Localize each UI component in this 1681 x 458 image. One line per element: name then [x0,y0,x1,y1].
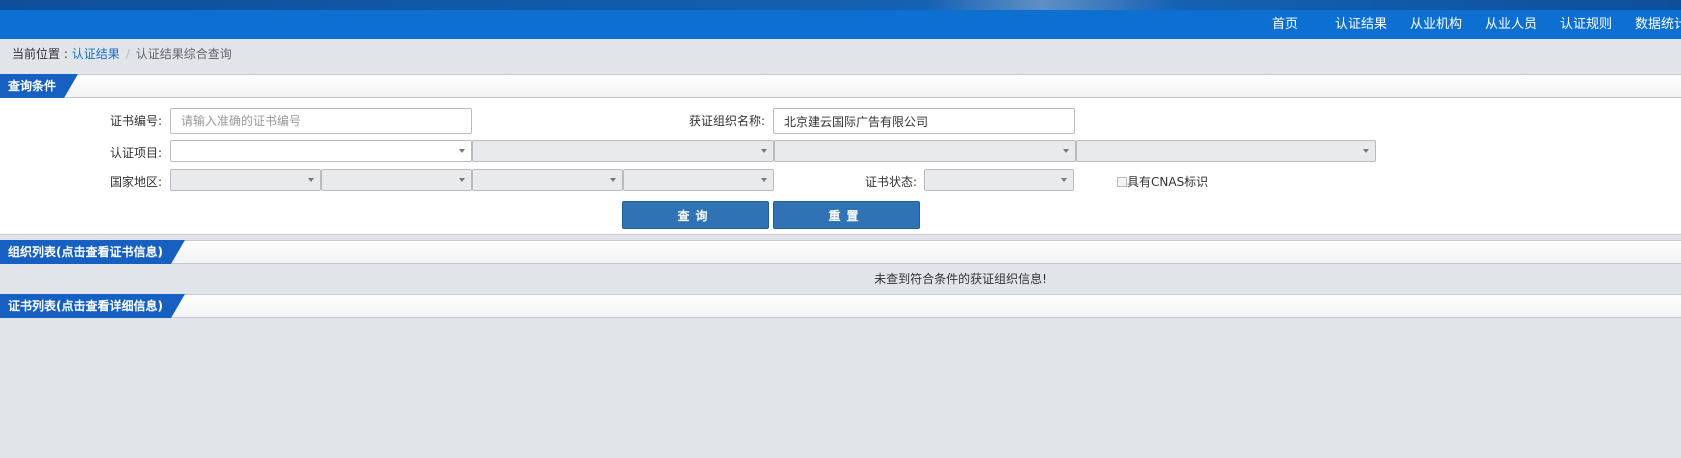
cert-item-label: 认证项目: [109,146,162,160]
region-select-3[interactable] [472,169,623,191]
query-panel-title: 查询条件 [0,74,78,98]
nav-institutions[interactable]: 从业机构 [1410,10,1462,39]
query-panel-header: 查询条件 [0,74,1681,98]
chevron-down-icon [308,178,314,182]
chevron-down-icon [459,178,465,182]
chevron-down-icon [1363,149,1369,153]
org-name-input[interactable] [773,108,1075,134]
breadcrumb-current: 认证结果综合查询 [135,47,232,61]
region-select-2[interactable] [321,169,472,191]
cert-item-select-2[interactable] [472,140,774,162]
chevron-down-icon [761,178,767,182]
cert-no-input[interactable] [170,108,472,134]
breadcrumb-prefix: 当前位置 : [12,47,72,61]
cert-status-select[interactable] [924,169,1074,191]
chevron-down-icon [610,178,616,182]
nav-rules[interactable]: 认证规则 [1560,10,1612,39]
chevron-down-icon [761,149,767,153]
org-empty-message: 未查到符合条件的获证组织信息! [874,272,1047,286]
org-panel-title: 组织列表(点击查看证书信息) [0,240,185,264]
cert-panel-title: 证书列表(点击查看详细信息) [0,294,185,318]
org-panel-header: 组织列表(点击查看证书信息) [0,240,1681,264]
chevron-down-icon [1061,178,1067,182]
cert-panel-header: 证书列表(点击查看详细信息) [0,294,1681,318]
region-label: 国家地区: [109,175,162,189]
top-banner [0,0,1681,10]
breadcrumb: 当前位置 : 认证结果 / 认证结果综合查询 [12,45,232,63]
region-select-1[interactable] [170,169,321,191]
nav-home[interactable]: 首页 [1272,10,1298,39]
nav-personnel[interactable]: 从业人员 [1485,10,1537,39]
chevron-down-icon [459,149,465,153]
cert-item-select-4[interactable] [1076,140,1376,162]
reset-button[interactable]: 重置 [773,201,920,229]
nav-statistics[interactable]: 数据统计 [1635,10,1681,39]
cert-status-label: 证书状态: [864,175,917,189]
search-button[interactable]: 查询 [622,201,769,229]
breadcrumb-separator: / [125,47,130,61]
cert-item-select-1[interactable] [170,140,472,162]
org-name-label: 获证组织名称: [688,114,765,128]
breadcrumb-link-cert-results[interactable]: 认证结果 [72,47,120,61]
nav-cert-results[interactable]: 认证结果 [1335,10,1387,39]
cert-no-label: 证书编号: [109,114,162,128]
cnas-checkbox[interactable] [1117,177,1127,187]
region-select-4[interactable] [623,169,774,191]
cnas-label: 具有CNAS标识 [1127,175,1209,189]
main-nav: 首页 认证结果 从业机构 从业人员 认证规则 数据统计 [0,10,1681,39]
cert-item-select-3[interactable] [774,140,1076,162]
chevron-down-icon [1063,149,1069,153]
